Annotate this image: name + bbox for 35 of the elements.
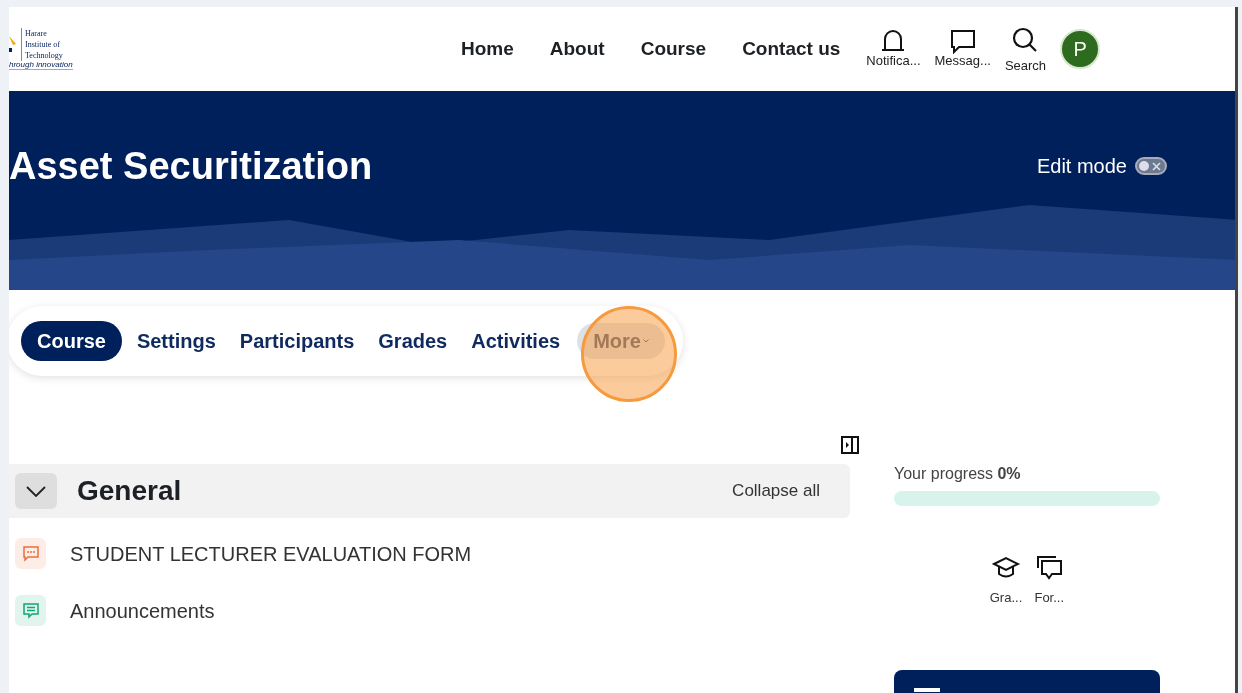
progress-label: Your progress 0% [894, 464, 1022, 484]
user-avatar[interactable]: P [1060, 29, 1101, 69]
course-title: Asset Securitization [9, 143, 373, 189]
nav-link[interactable]: Contact us [742, 34, 841, 64]
activity-link[interactable]: Announcements [70, 595, 215, 626]
logo[interactable]: Harare Institute of Technology hrough innovation [9, 28, 73, 70]
logo-text: Technology [25, 50, 63, 61]
sidebar-toggle-icon[interactable] [841, 436, 859, 454]
shortcut-button[interactable]: For... [1034, 554, 1065, 608]
graduation-cap-icon [991, 554, 1021, 580]
collapse-all-link[interactable]: Collapse all [732, 478, 820, 504]
nav-link[interactable]: About [549, 34, 605, 64]
chevron-down-icon [26, 485, 46, 497]
nav-link[interactable]: Home [461, 34, 514, 64]
nav-tab[interactable]: Settings [127, 321, 225, 361]
edit-mode-label: Edit mode [1036, 154, 1127, 179]
nav-tab[interactable]: Participants [230, 321, 364, 361]
nav-icon-button[interactable]: Search [1004, 26, 1047, 76]
logo-text: Institute of [25, 39, 61, 50]
menu-icon[interactable] [914, 687, 940, 693]
nav-icon-button[interactable]: Messag... [934, 26, 991, 71]
shortcut-button[interactable]: Gra... [989, 554, 1023, 608]
nav-icon-button[interactable]: Notifica... [866, 26, 921, 71]
logo-text: Harare [25, 28, 48, 39]
nav-tab[interactable]: Course [21, 321, 122, 361]
nav-link[interactable]: Course [640, 34, 707, 64]
edit-mode-toggle[interactable] [1135, 157, 1167, 175]
close-icon [1152, 161, 1161, 171]
nav-tab[interactable]: Activities [462, 321, 570, 361]
section-title: General [77, 474, 182, 508]
activity-link[interactable]: STUDENT LECTURER EVALUATION FORM [70, 538, 472, 569]
nav-tab[interactable]: Grades [369, 321, 457, 361]
logo-tagline: hrough innovation [9, 61, 73, 70]
collapse-toggle[interactable] [15, 473, 57, 509]
chat-bubbles-icon [1034, 554, 1065, 580]
